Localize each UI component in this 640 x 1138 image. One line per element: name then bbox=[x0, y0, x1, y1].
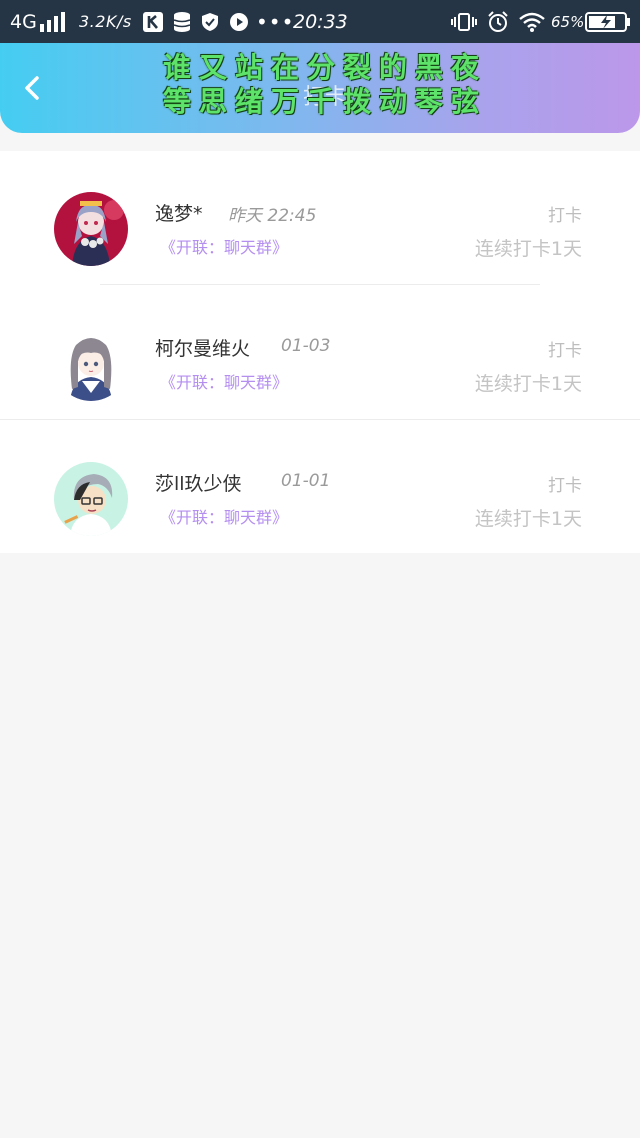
k-app-icon bbox=[143, 0, 163, 43]
status-bar: 4G 3.2K/s ••• 20:33 65% bbox=[0, 0, 640, 43]
list-item[interactable]: 莎ll玖少侠 01-01 《开联：聊天群》 打卡 连续打卡1天 bbox=[0, 421, 640, 555]
overlay-caption-line-2: 等思绪万千拨动琴弦 bbox=[162, 85, 487, 118]
play-icon bbox=[229, 0, 249, 43]
streak-text: 连续打卡1天 bbox=[474, 238, 582, 260]
battery-percent: 65% bbox=[551, 12, 585, 31]
checkin-time: 01-01 bbox=[281, 471, 331, 491]
checkin-label: 打卡 bbox=[548, 476, 582, 496]
list-item[interactable]: 逸梦* 昨天 22:45 《开联：聊天群》 打卡 连续打卡1天 bbox=[0, 151, 640, 285]
database-icon bbox=[172, 0, 192, 43]
back-button[interactable] bbox=[18, 73, 48, 103]
group-link[interactable]: 《开联：聊天群》 bbox=[160, 234, 288, 258]
divider bbox=[100, 284, 540, 285]
group-link[interactable]: 《开联：聊天群》 bbox=[160, 369, 288, 393]
list-item[interactable]: 柯尔曼维火 01-03 《开联：聊天群》 打卡 连续打卡1天 bbox=[0, 286, 640, 420]
streak-text: 连续打卡1天 bbox=[474, 373, 582, 395]
user-name: 柯尔曼维火 bbox=[155, 338, 251, 360]
checkin-list: 逸梦* 昨天 22:45 《开联：聊天群》 打卡 连续打卡1天 柯尔曼维火 01… bbox=[0, 151, 640, 553]
avatar[interactable] bbox=[54, 327, 128, 401]
avatar[interactable] bbox=[54, 192, 128, 266]
battery-charging-icon bbox=[585, 0, 631, 43]
clock: 20:33 bbox=[293, 10, 348, 33]
more-icon: ••• bbox=[256, 9, 295, 34]
checkin-label: 打卡 bbox=[548, 341, 582, 361]
avatar[interactable] bbox=[54, 462, 128, 536]
user-name: 莎ll玖少侠 bbox=[155, 473, 242, 495]
group-link[interactable]: 《开联：聊天群》 bbox=[160, 504, 288, 528]
shield-check-icon bbox=[201, 0, 219, 43]
network-speed: 3.2K/s bbox=[79, 12, 132, 31]
checkin-time: 昨天 22:45 bbox=[228, 206, 317, 226]
network-type: 4G bbox=[10, 10, 37, 33]
alarm-icon bbox=[487, 0, 509, 43]
wifi-icon bbox=[519, 0, 545, 43]
user-name: 逸梦* bbox=[155, 203, 203, 225]
signal-icon bbox=[40, 0, 68, 43]
vibrate-icon bbox=[451, 0, 477, 43]
chevron-left-icon bbox=[25, 76, 39, 100]
header-bar: 打卡 谁又站在分裂的黑夜 等思绪万千拨动琴弦 bbox=[0, 43, 640, 133]
streak-text: 连续打卡1天 bbox=[474, 508, 582, 530]
divider bbox=[0, 419, 640, 420]
checkin-time: 01-03 bbox=[281, 336, 331, 356]
checkin-label: 打卡 bbox=[548, 206, 582, 226]
